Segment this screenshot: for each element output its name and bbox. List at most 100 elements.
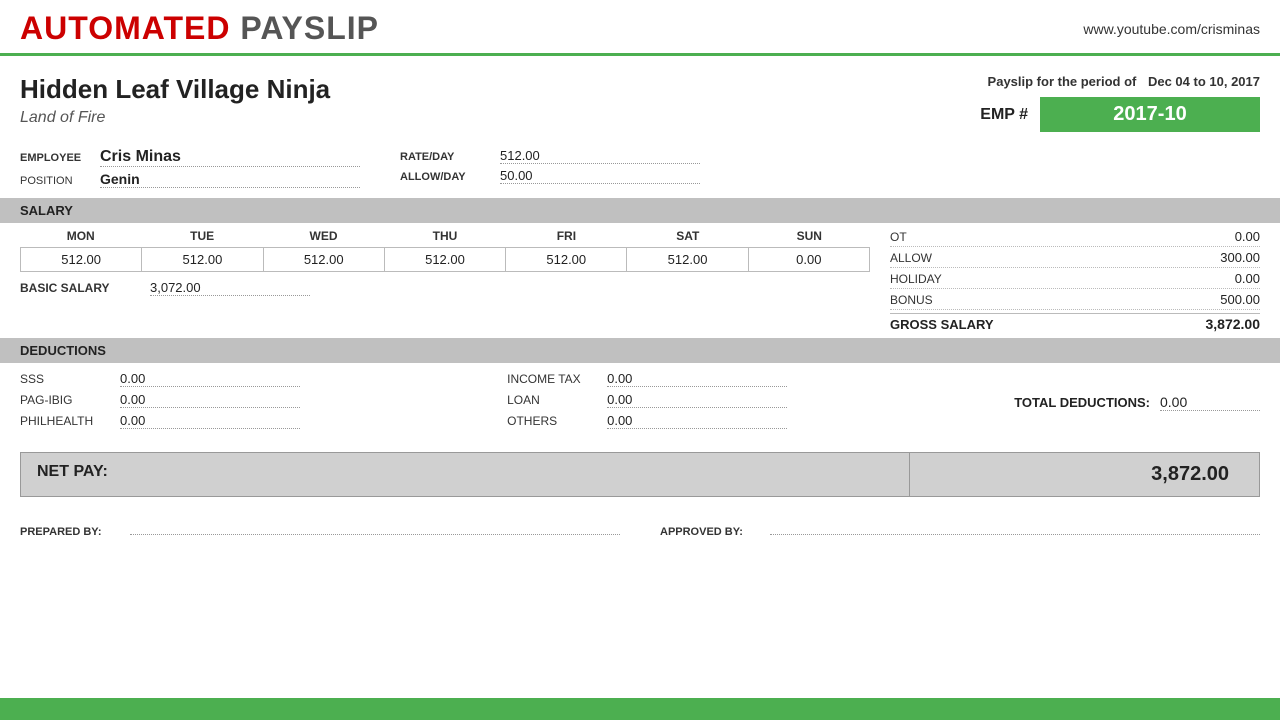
position-label: POSITION bbox=[20, 175, 90, 187]
allow-label: ALLOW/DAY bbox=[400, 171, 480, 183]
employee-fields-right: RATE/DAY 512.00 ALLOW/DAY 50.00 bbox=[400, 148, 700, 188]
total-deductions-label: TOTAL DEDUCTIONS: bbox=[1014, 395, 1150, 410]
salary-section-header: SALARY bbox=[0, 198, 1280, 223]
allow-field: ALLOW/DAY 50.00 bbox=[400, 168, 700, 184]
prepared-by-line bbox=[130, 517, 620, 535]
employee-label: EMPLOYEE bbox=[20, 152, 90, 164]
salary-left: MON TUE WED THU FRI SAT SUN 512.00 512.0… bbox=[20, 229, 870, 332]
val-sat: 512.00 bbox=[627, 248, 748, 271]
basic-salary-value: 3,072.00 bbox=[150, 280, 310, 296]
day-tue: TUE bbox=[141, 229, 262, 243]
val-thu: 512.00 bbox=[385, 248, 506, 271]
val-fri: 512.00 bbox=[506, 248, 627, 271]
holiday-row: HOLIDAY 0.00 bbox=[890, 271, 1260, 289]
allow-salary-label: ALLOW bbox=[890, 251, 970, 265]
company-section: Hidden Leaf Village Ninja Land of Fire P… bbox=[0, 56, 1280, 142]
net-pay-value: 3,872.00 bbox=[909, 453, 1259, 496]
philhealth-value: 0.00 bbox=[120, 413, 300, 429]
basic-salary-row: BASIC SALARY 3,072.00 bbox=[20, 280, 870, 302]
emp-row: EMP # 2017-10 bbox=[980, 97, 1260, 132]
allow-value: 50.00 bbox=[500, 168, 700, 184]
holiday-label: HOLIDAY bbox=[890, 272, 970, 286]
loan-value: 0.00 bbox=[607, 392, 787, 408]
employee-name: Cris Minas bbox=[100, 148, 360, 167]
sss-value: 0.00 bbox=[120, 371, 300, 387]
incometax-value: 0.00 bbox=[607, 371, 787, 387]
sss-row: SSS 0.00 bbox=[20, 371, 480, 387]
deductions-right: INCOME TAX 0.00 LOAN 0.00 OTHERS 0.00 bbox=[507, 371, 967, 434]
total-deductions-row: TOTAL DEDUCTIONS: 0.00 bbox=[1014, 394, 1260, 411]
salary-right: OT 0.00 ALLOW 300.00 HOLIDAY 0.00 BONUS … bbox=[870, 229, 1260, 332]
pagibig-row: PAG-IBIG 0.00 bbox=[20, 392, 480, 408]
prepared-by-field: PREPARED BY: bbox=[20, 517, 620, 538]
day-sat: SAT bbox=[627, 229, 748, 243]
net-pay-section: NET PAY: 3,872.00 bbox=[20, 452, 1260, 497]
app-title: AUTOMATED PAYSLIP bbox=[20, 10, 379, 47]
company-info: Hidden Leaf Village Ninja Land of Fire bbox=[20, 74, 330, 127]
others-value: 0.00 bbox=[607, 413, 787, 429]
payslip-info: Payslip for the period of Dec 04 to 10, … bbox=[980, 74, 1260, 132]
gross-value: 3,872.00 bbox=[1206, 316, 1261, 332]
days-values: 512.00 512.00 512.00 512.00 512.00 512.0… bbox=[20, 247, 870, 272]
philhealth-label: PHILHEALTH bbox=[20, 414, 110, 428]
company-name: Hidden Leaf Village Ninja bbox=[20, 74, 330, 105]
website-url: www.youtube.com/crisminas bbox=[1083, 21, 1260, 37]
position-value: Genin bbox=[100, 171, 360, 188]
emp-id-box: 2017-10 bbox=[1040, 97, 1260, 132]
deductions-left: SSS 0.00 PAG-IBIG 0.00 PHILHEALTH 0.00 bbox=[20, 371, 480, 434]
pagibig-label: PAG-IBIG bbox=[20, 393, 110, 407]
total-deductions-value: 0.00 bbox=[1160, 394, 1260, 411]
day-sun: SUN bbox=[749, 229, 870, 243]
net-pay-label: NET PAY: bbox=[21, 453, 909, 496]
val-mon: 512.00 bbox=[21, 248, 142, 271]
holiday-value: 0.00 bbox=[1180, 271, 1260, 286]
approved-by-line bbox=[770, 517, 1260, 535]
incometax-row: INCOME TAX 0.00 bbox=[507, 371, 967, 387]
ot-label: OT bbox=[890, 230, 970, 244]
val-tue: 512.00 bbox=[142, 248, 263, 271]
day-wed: WED bbox=[263, 229, 384, 243]
loan-row: LOAN 0.00 bbox=[507, 392, 967, 408]
payslip-period: Payslip for the period of Dec 04 to 10, … bbox=[980, 74, 1260, 89]
total-deductions-col: TOTAL DEDUCTIONS: 0.00 bbox=[994, 371, 1260, 434]
employee-fields-left: EMPLOYEE Cris Minas POSITION Genin bbox=[20, 148, 360, 188]
day-fri: FRI bbox=[506, 229, 627, 243]
company-subtitle: Land of Fire bbox=[20, 109, 330, 127]
others-row: OTHERS 0.00 bbox=[507, 413, 967, 429]
incometax-label: INCOME TAX bbox=[507, 372, 597, 386]
ot-value: 0.00 bbox=[1180, 229, 1260, 244]
day-thu: THU bbox=[384, 229, 505, 243]
rate-field: RATE/DAY 512.00 bbox=[400, 148, 700, 164]
signatures-section: PREPARED BY: APPROVED BY: bbox=[0, 497, 1280, 548]
sss-label: SSS bbox=[20, 372, 110, 386]
ot-row: OT 0.00 bbox=[890, 229, 1260, 247]
period-label: Payslip for the period of bbox=[988, 74, 1137, 89]
rate-label: RATE/DAY bbox=[400, 151, 480, 163]
deductions-body: SSS 0.00 PAG-IBIG 0.00 PHILHEALTH 0.00 I… bbox=[0, 363, 1280, 442]
position-field: POSITION Genin bbox=[20, 171, 360, 188]
gross-row: GROSS SALARY 3,872.00 bbox=[890, 313, 1260, 332]
salary-grid: MON TUE WED THU FRI SAT SUN 512.00 512.0… bbox=[0, 223, 1280, 334]
top-header: AUTOMATED PAYSLIP www.youtube.com/crismi… bbox=[0, 0, 1280, 56]
emp-label: EMP # bbox=[980, 106, 1028, 124]
bonus-row: BONUS 500.00 bbox=[890, 292, 1260, 310]
bonus-label: BONUS bbox=[890, 293, 970, 307]
deductions-section-header: DEDUCTIONS bbox=[0, 338, 1280, 363]
val-wed: 512.00 bbox=[264, 248, 385, 271]
employee-field: EMPLOYEE Cris Minas bbox=[20, 148, 360, 167]
val-sun: 0.00 bbox=[749, 248, 869, 271]
approved-by-field: APPROVED BY: bbox=[660, 517, 1260, 538]
allow-row: ALLOW 300.00 bbox=[890, 250, 1260, 268]
philhealth-row: PHILHEALTH 0.00 bbox=[20, 413, 480, 429]
allow-salary-value: 300.00 bbox=[1180, 250, 1260, 265]
gross-label: GROSS SALARY bbox=[890, 317, 994, 332]
pagibig-value: 0.00 bbox=[120, 392, 300, 408]
employee-info: EMPLOYEE Cris Minas POSITION Genin RATE/… bbox=[0, 142, 1280, 194]
rate-value: 512.00 bbox=[500, 148, 700, 164]
bottom-bar bbox=[0, 698, 1280, 720]
days-header: MON TUE WED THU FRI SAT SUN bbox=[20, 229, 870, 243]
prepared-by-label: PREPARED BY: bbox=[20, 526, 120, 538]
loan-label: LOAN bbox=[507, 393, 597, 407]
others-label: OTHERS bbox=[507, 414, 597, 428]
day-mon: MON bbox=[20, 229, 141, 243]
